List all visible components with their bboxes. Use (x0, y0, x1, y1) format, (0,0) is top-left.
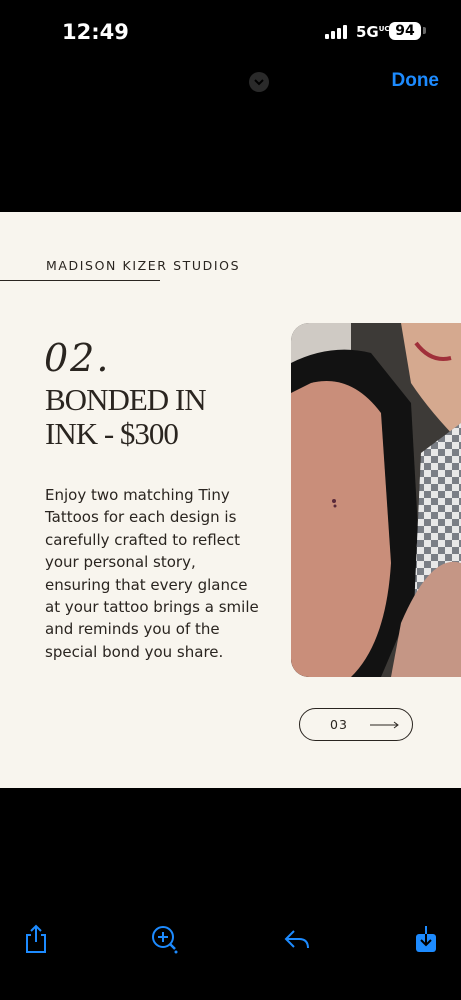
share-icon[interactable] (22, 924, 50, 954)
done-button[interactable]: Done (392, 70, 440, 92)
brand-name: MADISON KIZER STUDIOS (46, 258, 241, 273)
item-number: 02. (44, 336, 111, 380)
bottom-toolbar (0, 910, 461, 970)
signal-icon (325, 25, 347, 39)
status-bar: 12:49 5GUC 94 (0, 0, 461, 62)
chevron-down-icon[interactable] (249, 72, 269, 92)
status-time: 12:49 (62, 20, 129, 44)
reply-icon[interactable] (283, 924, 311, 954)
next-page-button[interactable]: 03 (299, 708, 413, 741)
network-indicator: 5GUC (356, 23, 390, 41)
description-text: Enjoy two matching Tiny Tattoos for each… (45, 486, 259, 661)
tattoo-photo (291, 323, 461, 677)
brand-divider (0, 280, 160, 281)
arrow-right-icon (370, 721, 399, 729)
top-nav: Done (0, 62, 461, 102)
battery-tip (423, 27, 426, 34)
title-line-2: INK - $300 (45, 416, 179, 451)
title-line-1: BONDED IN (45, 382, 207, 417)
page-title: BONDED IN INK - $300 (45, 383, 265, 451)
pager-number: 03 (330, 717, 348, 732)
save-icon[interactable] (412, 924, 440, 954)
markup-icon[interactable] (150, 924, 178, 954)
document-page: MADISON KIZER STUDIOS 02. BONDED IN INK … (0, 212, 461, 788)
battery-indicator: 94 (389, 22, 421, 40)
